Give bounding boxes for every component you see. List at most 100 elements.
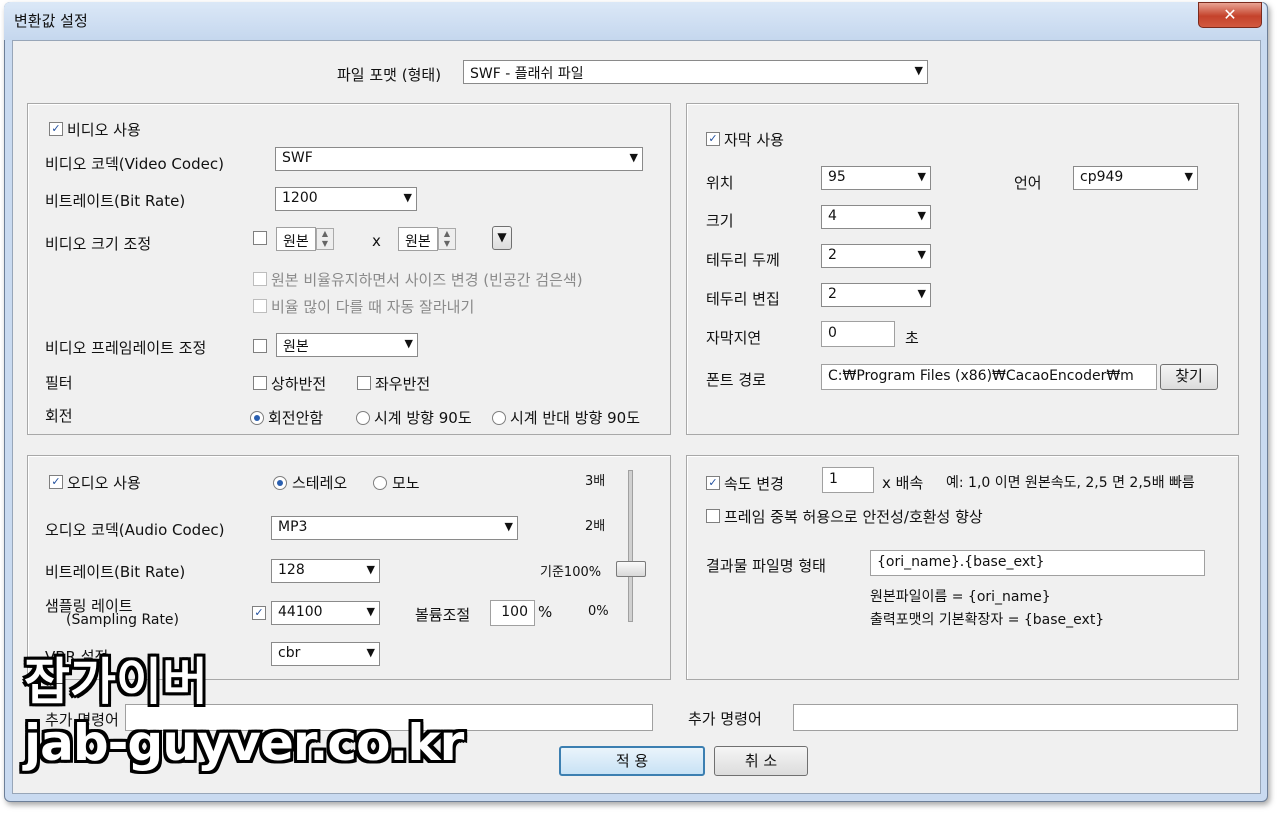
volume-scale-3x: 3배: [585, 474, 606, 489]
audio-codec-label: 오디오 코덱(Audio Codec): [45, 521, 225, 539]
audio-use-checkbox[interactable]: ✓: [49, 475, 63, 489]
border-change-value: 2: [828, 286, 837, 302]
chevron-down-icon: ▼: [366, 563, 375, 576]
video-use-checkbox[interactable]: ✓: [49, 122, 63, 136]
output-name-hint-ext: 출력포맷의 기본확장자 = {base_ext}: [870, 612, 1105, 628]
audio-use-label: 오디오 사용: [67, 474, 141, 492]
cancel-button[interactable]: 취 소: [714, 746, 808, 776]
audio-codec-select[interactable]: MP3 ▼: [271, 516, 518, 540]
video-height-input[interactable]: 원본: [398, 227, 438, 251]
flip-horizontal-checkbox[interactable]: [357, 376, 371, 390]
speed-hint: 예: 1,0 이면 원본속도, 2,5 면 2,5배 빠름: [946, 475, 1195, 491]
chevron-down-icon: ▼: [403, 191, 412, 204]
audio-bitrate-value: 128: [278, 562, 305, 578]
title-bar[interactable]: [4, 2, 1266, 40]
file-format-select[interactable]: SWF - 플래쉬 파일 ▼: [463, 60, 928, 84]
sampling-rate-checkbox[interactable]: ✓: [252, 606, 266, 620]
video-width-input[interactable]: 원본: [276, 227, 316, 251]
chevron-down-icon: ▼: [366, 646, 375, 659]
video-width-spinner[interactable]: ▲ ▼: [316, 228, 334, 250]
mono-radio[interactable]: [373, 476, 387, 490]
subtitle-size-value: 4: [828, 208, 837, 224]
chevron-down-icon: ▼: [917, 287, 926, 300]
window-title: 변환값 설정: [14, 12, 88, 30]
chevron-down-icon: ▼: [914, 64, 923, 77]
speed-unit: x 배속: [882, 474, 924, 492]
output-name-hint-ori: 원본파일이름 = {ori_name}: [870, 589, 1051, 605]
filter-label: 필터: [45, 374, 73, 392]
border-thickness-label: 테두리 두께: [706, 251, 780, 269]
file-format-value: SWF - 플래쉬 파일: [470, 66, 584, 82]
chevron-down-icon: ▼: [917, 248, 926, 261]
subtitle-position-select[interactable]: 95 ▼: [821, 166, 931, 190]
volume-input[interactable]: 100: [490, 600, 535, 626]
auto-crop-checkbox[interactable]: [253, 299, 267, 313]
volume-unit: %: [538, 603, 553, 621]
video-use-label: 비디오 사용: [67, 121, 141, 139]
video-bitrate-label: 비트레이트(Bit Rate): [45, 192, 186, 210]
video-size-label: 비디오 크기 조정: [45, 235, 152, 253]
subtitle-size-label: 크기: [706, 212, 734, 230]
framerate-value: 원본: [283, 339, 309, 355]
sampling-rate-value: 44100: [278, 604, 323, 620]
border-thickness-select[interactable]: 2 ▼: [821, 244, 931, 268]
chevron-down-icon: ▼: [917, 170, 926, 183]
mono-label: 모노: [392, 474, 420, 492]
file-format-label: 파일 포맷 (형태): [337, 66, 442, 84]
subtitle-language-label: 언어: [1014, 174, 1042, 192]
flip-vertical-checkbox[interactable]: [253, 376, 267, 390]
border-change-select[interactable]: 2 ▼: [821, 283, 931, 307]
subtitle-use-label: 자막 사용: [724, 131, 784, 149]
subtitle-use-checkbox[interactable]: ✓: [706, 132, 720, 146]
volume-label: 볼륨조절: [415, 606, 471, 624]
chevron-down-icon: ▼: [504, 520, 513, 533]
rotate-cw-radio[interactable]: [356, 411, 370, 425]
speed-change-checkbox[interactable]: ✓: [706, 476, 720, 490]
apply-button[interactable]: 적 용: [559, 746, 705, 776]
audio-bitrate-label: 비트레이트(Bit Rate): [45, 563, 186, 581]
volume-slider-track[interactable]: [628, 470, 633, 622]
chevron-down-icon: ▼: [366, 605, 375, 618]
size-preset-dropdown-button[interactable]: ▼: [492, 226, 512, 250]
vbr-value: cbr: [278, 645, 301, 661]
vbr-select[interactable]: cbr ▼: [271, 642, 380, 666]
flip-horizontal-label: 좌우반전: [375, 375, 431, 393]
rotate-none-radio[interactable]: [250, 411, 264, 425]
framerate-checkbox[interactable]: [253, 339, 267, 353]
rotate-ccw-radio[interactable]: [492, 411, 506, 425]
video-height-spinner[interactable]: ▲ ▼: [438, 228, 456, 250]
speed-input[interactable]: 1: [822, 467, 874, 493]
stereo-radio[interactable]: [273, 476, 287, 490]
audio-bitrate-select[interactable]: 128 ▼: [271, 559, 380, 583]
extra-command-input[interactable]: [793, 704, 1238, 731]
output-name-label: 결과물 파일명 형태: [706, 557, 826, 575]
auto-crop-label: 비율 많이 다를 때 자동 잘라내기: [271, 298, 475, 316]
chevron-down-icon: ▼: [917, 209, 926, 222]
rotate-ccw-label: 시계 반대 방향 90도: [510, 409, 640, 427]
output-name-input[interactable]: {ori_name}.{base_ext}: [870, 550, 1205, 576]
subtitle-language-value: cp949: [1080, 169, 1124, 185]
browse-button[interactable]: 찾기: [1160, 364, 1218, 390]
volume-slider-thumb[interactable]: [616, 561, 646, 577]
sampling-rate-select[interactable]: 44100 ▼: [271, 601, 380, 625]
subtitle-delay-unit: 초: [905, 329, 919, 347]
subtitle-delay-input[interactable]: 0: [821, 321, 895, 347]
video-codec-label: 비디오 코덱(Video Codec): [45, 155, 224, 173]
subtitle-size-select[interactable]: 4 ▼: [821, 205, 931, 229]
close-button[interactable]: ✕: [1198, 2, 1262, 28]
video-codec-select[interactable]: SWF ▼: [275, 147, 643, 171]
keep-ratio-checkbox[interactable]: [253, 272, 267, 286]
subtitle-language-select[interactable]: cp949 ▼: [1073, 166, 1198, 190]
watermark-title: 잡가이버: [24, 653, 208, 711]
chevron-down-icon: ▼: [629, 151, 638, 164]
font-path-input[interactable]: C:₩Program Files (x86)₩CacaoEncoder₩m: [821, 364, 1157, 390]
video-size-checkbox[interactable]: [253, 231, 267, 245]
border-change-label: 테두리 변집: [706, 290, 780, 308]
video-codec-value: SWF: [282, 150, 313, 166]
frame-dup-checkbox[interactable]: [706, 509, 720, 523]
chevron-down-icon: ▼: [404, 337, 413, 350]
video-bitrate-select[interactable]: 1200 ▼: [275, 187, 417, 211]
framerate-select[interactable]: 원본 ▼: [276, 333, 418, 357]
watermark-url: jab-guyver.co.kr: [24, 714, 464, 772]
stereo-label: 스테레오: [292, 474, 348, 492]
